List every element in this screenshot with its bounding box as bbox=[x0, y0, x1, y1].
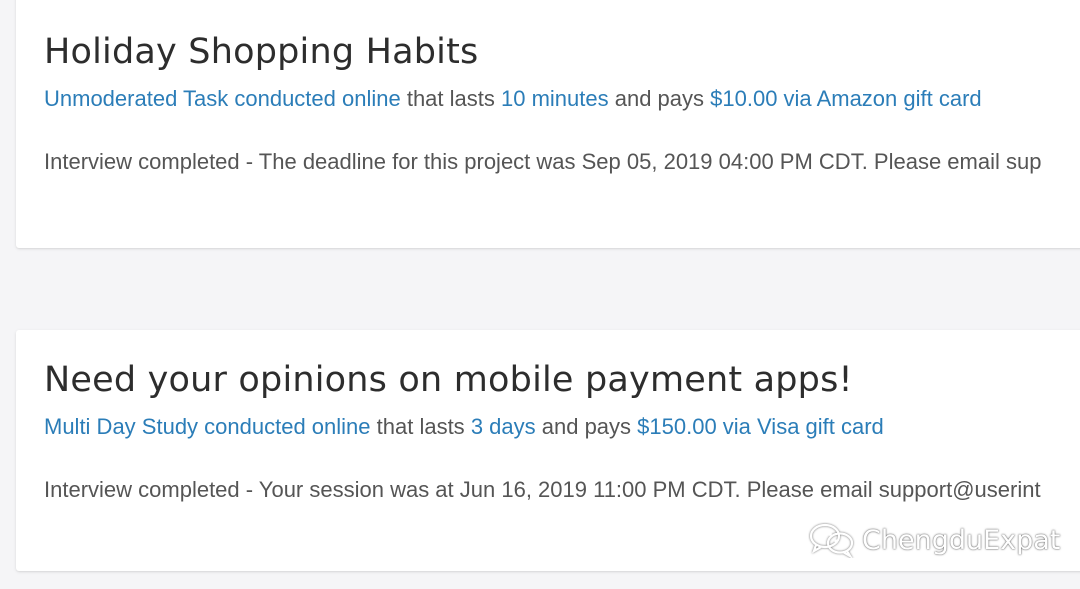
lasts-text: that lasts bbox=[400, 86, 501, 111]
pays-text: and pays bbox=[535, 414, 638, 439]
wechat-icon bbox=[808, 522, 856, 558]
watermark-text: ChengduExpat bbox=[862, 524, 1061, 556]
study-title: Holiday Shopping Habits bbox=[44, 32, 479, 72]
reward-link[interactable]: $10.00 via Amazon gift card bbox=[710, 86, 982, 111]
study-card: Holiday Shopping Habits Unmoderated Task… bbox=[16, 0, 1080, 248]
study-status: Interview completed - The deadline for t… bbox=[44, 149, 1042, 174]
duration-link[interactable]: 10 minutes bbox=[501, 86, 609, 111]
study-type-link[interactable]: Unmoderated Task conducted online bbox=[44, 86, 401, 111]
study-status: Interview completed - Your session was a… bbox=[44, 477, 1041, 502]
watermark: ChengduExpat bbox=[808, 522, 1060, 558]
study-type-link[interactable]: Multi Day Study conducted online bbox=[44, 414, 371, 439]
study-meta: Unmoderated Task conducted online that l… bbox=[44, 86, 1080, 112]
study-meta: Multi Day Study conducted online that la… bbox=[44, 414, 1080, 440]
lasts-text: that lasts bbox=[370, 414, 471, 439]
reward-link[interactable]: $150.00 via Visa gift card bbox=[637, 414, 884, 439]
study-list-page: Holiday Shopping Habits Unmoderated Task… bbox=[0, 0, 1080, 589]
study-title: Need your opinions on mobile payment app… bbox=[44, 360, 853, 400]
pays-text: and pays bbox=[608, 86, 711, 111]
duration-link[interactable]: 3 days bbox=[471, 414, 536, 439]
